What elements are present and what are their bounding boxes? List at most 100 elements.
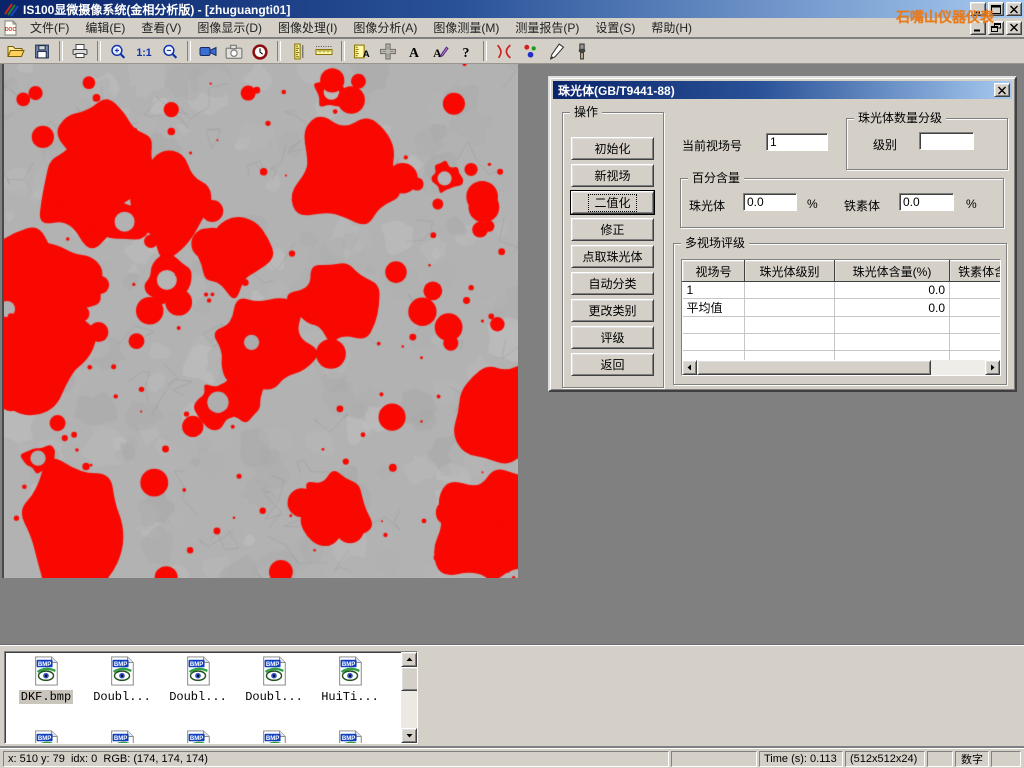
current-field-input[interactable] <box>766 133 828 151</box>
file-list[interactable]: BMPDKF.bmpBMPDoubl...BMPDoubl...BMPDoubl… <box>4 651 418 744</box>
specimen-image[interactable] <box>2 64 518 578</box>
photo-camera-icon[interactable] <box>221 40 247 62</box>
mdi-minimize-button[interactable] <box>970 21 986 35</box>
file-item[interactable]: BMP Doubl... <box>86 656 158 704</box>
file-item[interactable]: BMP <box>86 730 158 744</box>
curve-tool-icon[interactable] <box>491 40 517 62</box>
table-column-3[interactable]: 铁素体含量(%) <box>950 261 1002 282</box>
toolbar-separator <box>483 41 487 61</box>
move-cross-icon[interactable] <box>375 40 401 62</box>
text-edit-icon[interactable]: A <box>427 40 453 62</box>
file-item[interactable]: BMP <box>238 730 310 744</box>
actual-size-icon[interactable]: 1:1 <box>131 40 157 62</box>
table-row[interactable]: 1 0.0 <box>683 282 1002 299</box>
print-icon[interactable] <box>67 40 93 62</box>
hscroll-thumb[interactable] <box>697 360 931 375</box>
menu-item-5[interactable]: 图像分析(A) <box>345 19 425 37</box>
status-resolution: (512x512x24) <box>845 751 925 767</box>
save-icon[interactable] <box>29 40 55 62</box>
op-button-1[interactable]: 新视场 <box>571 164 654 187</box>
table-row[interactable]: 平均值 0.0 <box>683 299 1002 317</box>
table-column-1[interactable]: 珠光体级别 <box>745 261 835 282</box>
close-button[interactable] <box>1006 2 1022 16</box>
ferrite-percent-input[interactable] <box>899 193 954 211</box>
open-file-icon[interactable] <box>3 40 29 62</box>
table-row[interactable] <box>683 334 1002 351</box>
svg-text:BMP: BMP <box>266 661 280 668</box>
text-annotate-icon[interactable]: A <box>401 40 427 62</box>
document-icon[interactable]: DOC <box>2 20 18 36</box>
file-item[interactable]: BMP Doubl... <box>238 656 310 704</box>
op-button-0[interactable]: 初始化 <box>571 137 654 160</box>
op-button-2[interactable]: 二值化 <box>571 191 654 214</box>
file-item[interactable]: BMP <box>314 730 386 744</box>
scroll-up-icon[interactable] <box>401 652 417 667</box>
file-item[interactable]: BMPDKF.bmp <box>10 656 82 704</box>
rating-table[interactable]: 视场号珠光体级别珠光体含量(%)铁素体含量(%) 1 0.0 平均值 0.0 <box>681 259 1001 376</box>
vertical-ruler-icon[interactable] <box>285 40 311 62</box>
zoom-out-icon[interactable] <box>157 40 183 62</box>
horizontal-ruler-icon[interactable] <box>311 40 337 62</box>
brush-tool-icon[interactable] <box>569 40 595 62</box>
op-button-6[interactable]: 更改类别 <box>571 299 654 322</box>
op-button-3[interactable]: 修正 <box>571 218 654 241</box>
op-button-5[interactable]: 自动分类 <box>571 272 654 295</box>
title-bar: IS100显微摄像系统(金相分析版) - [zhuguangti01] <box>0 0 1024 18</box>
op-button-label: 二值化 <box>588 194 636 212</box>
vscroll-thumb[interactable] <box>401 667 418 691</box>
op-button-8[interactable]: 返回 <box>571 353 654 376</box>
mdi-restore-button[interactable] <box>988 21 1004 35</box>
svg-text:BMP: BMP <box>114 661 128 668</box>
dialog-close-button[interactable] <box>994 83 1010 97</box>
file-name: Doubl... <box>91 690 153 704</box>
mdi-child-controls <box>970 21 1022 35</box>
table-row[interactable] <box>683 317 1002 334</box>
dialog-title: 珠光体(GB/T9441-88) <box>558 82 675 99</box>
pen-tool-icon[interactable] <box>543 40 569 62</box>
menu-item-6[interactable]: 图像测量(M) <box>425 19 507 37</box>
pearlite-percent-input[interactable] <box>743 193 797 211</box>
toolbar-separator <box>187 41 191 61</box>
menu-item-4[interactable]: 图像处理(I) <box>270 19 345 37</box>
grade-input[interactable] <box>919 132 974 150</box>
menu-item-7[interactable]: 测量报告(P) <box>507 19 587 37</box>
timer-icon[interactable] <box>247 40 273 62</box>
file-item[interactable]: BMP <box>162 730 234 744</box>
minimize-button[interactable] <box>970 2 986 16</box>
menu-item-3[interactable]: 图像显示(D) <box>189 19 270 37</box>
file-item[interactable]: BMPHuiTi... <box>314 656 386 704</box>
file-browser-panel: BMPDKF.bmpBMPDoubl...BMPDoubl...BMPDoubl… <box>0 645 1024 746</box>
rating-group-label: 多视场评级 <box>681 236 749 250</box>
video-camera-icon[interactable] <box>195 40 221 62</box>
scroll-left-icon[interactable] <box>682 360 697 375</box>
op-button-7[interactable]: 评级 <box>571 326 654 349</box>
menu-item-9[interactable]: 帮助(H) <box>643 19 700 37</box>
zoom-in-icon[interactable] <box>105 40 131 62</box>
point-marker-icon[interactable] <box>517 40 543 62</box>
maximize-button[interactable] <box>988 2 1004 16</box>
menu-item-2[interactable]: 查看(V) <box>133 19 189 37</box>
table-hscrollbar[interactable] <box>682 360 1000 375</box>
scroll-down-icon[interactable] <box>401 728 417 743</box>
help-icon[interactable]: ? <box>453 40 479 62</box>
svg-text:A: A <box>363 48 370 59</box>
table-column-2[interactable]: 珠光体含量(%) <box>835 261 950 282</box>
current-field-label: 当前视场号 <box>682 137 742 154</box>
bmp-file-icon: BMP <box>183 675 213 689</box>
file-item[interactable]: BMP <box>10 730 82 744</box>
file-name: Doubl... <box>243 690 305 704</box>
menu-item-0[interactable]: 文件(F) <box>22 19 77 37</box>
op-button-4[interactable]: 点取珠光体 <box>571 245 654 268</box>
dialog-title-bar[interactable]: 珠光体(GB/T9441-88) <box>553 81 1012 99</box>
table-column-0[interactable]: 视场号 <box>683 261 745 282</box>
menu-item-8[interactable]: 设置(S) <box>587 19 643 37</box>
mdi-close-button[interactable] <box>1006 21 1022 35</box>
measure-text-icon[interactable]: A <box>349 40 375 62</box>
ferrite-percent-label: 铁素体 <box>844 197 880 214</box>
scroll-right-icon[interactable] <box>985 360 1000 375</box>
menu-item-1[interactable]: 编辑(E) <box>77 19 133 37</box>
svg-text:BMP: BMP <box>266 735 280 742</box>
file-item[interactable]: BMPDoubl... <box>162 656 234 704</box>
grade-label: 级别 <box>873 136 897 153</box>
file-list-scrollbar[interactable] <box>401 652 417 743</box>
